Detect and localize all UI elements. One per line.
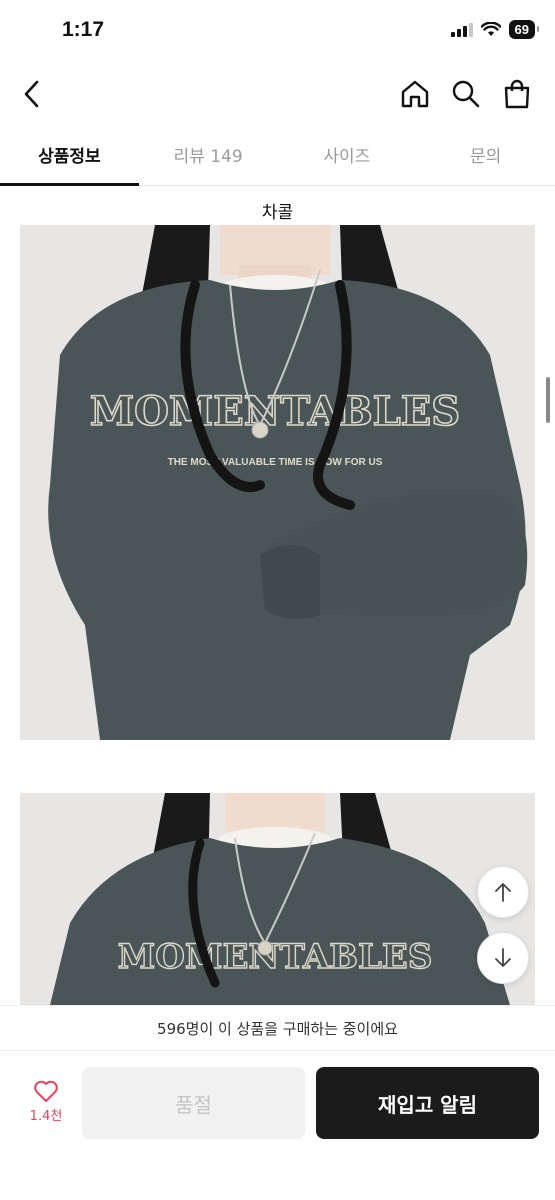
heart-icon bbox=[34, 1080, 58, 1102]
scroll-up-button[interactable] bbox=[477, 866, 529, 918]
search-button[interactable] bbox=[446, 74, 486, 114]
print-subtitle: THE MOST VALUABLE TIME IS NOW FOR US bbox=[168, 457, 383, 468]
shopping-bag-icon bbox=[504, 79, 530, 109]
product-photo: MOMENTABLES THE MOST VALUABLE TIME IS NO… bbox=[20, 225, 535, 740]
status-bar: 1:17 69 bbox=[0, 0, 555, 62]
chevron-left-icon bbox=[24, 80, 39, 108]
home-button[interactable] bbox=[395, 74, 435, 114]
arrow-down-icon bbox=[495, 948, 511, 967]
status-time: 1:17 bbox=[62, 18, 105, 41]
search-icon bbox=[452, 80, 480, 108]
tab-product-info[interactable]: 상품정보 bbox=[0, 124, 139, 186]
purchase-notice: 596명이 이 상품을 구매하는 중이에요 bbox=[0, 1005, 555, 1051]
scroll-down-button[interactable] bbox=[477, 932, 529, 984]
cellular-signal-icon bbox=[450, 22, 473, 37]
bottom-action-bar: 1.4천 품절 재입고 알림 bbox=[0, 1051, 555, 1200]
shopping-bag-button[interactable] bbox=[497, 74, 537, 114]
like-button[interactable]: 1.4천 bbox=[14, 1079, 78, 1139]
tab-inquiry[interactable]: 문의 bbox=[416, 124, 555, 185]
home-icon bbox=[401, 80, 429, 108]
product-photo: MOMENTABLES bbox=[20, 793, 535, 1005]
arrow-up-icon bbox=[495, 883, 511, 902]
restock-alert-button[interactable]: 재입고 알림 bbox=[316, 1067, 539, 1139]
wifi-icon bbox=[480, 22, 501, 36]
soldout-button: 품절 bbox=[82, 1067, 305, 1139]
battery-indicator: 69 bbox=[508, 20, 540, 39]
tab-reviews[interactable]: 리뷰 149 bbox=[139, 124, 278, 185]
scrollbar[interactable] bbox=[546, 377, 550, 423]
nav-bar bbox=[0, 62, 555, 124]
product-tabs: 상품정보 리뷰 149 사이즈 문의 bbox=[0, 124, 555, 186]
print-title: MOMENTABLES bbox=[118, 937, 433, 977]
color-label: 차콜 bbox=[261, 203, 294, 223]
status-icons: 69 bbox=[450, 20, 540, 39]
back-button[interactable] bbox=[12, 74, 52, 114]
like-count: 1.4천 bbox=[29, 1109, 63, 1124]
tab-size[interactable]: 사이즈 bbox=[278, 124, 417, 185]
